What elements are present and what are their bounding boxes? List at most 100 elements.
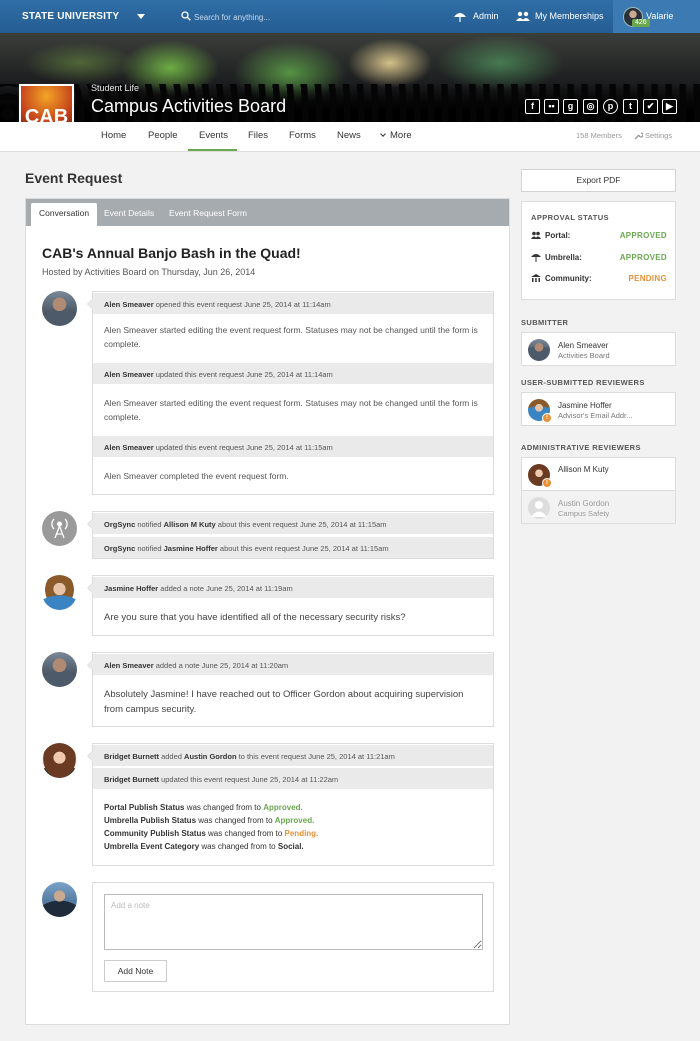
nav-events[interactable]: Events [199,130,228,141]
approval-label: Community: [545,274,592,283]
warning-icon: ! [542,413,552,423]
facebook-icon[interactable]: f [525,99,540,114]
user-reviewers-heading: USER-SUBMITTED REVIEWERS [521,378,645,387]
entry-meta: notified [135,520,164,529]
author-name[interactable]: Alen Smeaver [104,443,154,452]
organization-category[interactable]: Student Life [91,83,139,93]
recipient-name[interactable]: Jasmine Hoffer [164,544,218,553]
approval-status-box: APPROVAL STATUS Portal: APPROVED Umbrell… [521,201,676,300]
global-search[interactable] [181,10,431,24]
approval-label: Portal: [545,231,571,240]
submitter-heading: SUBMITTER [521,318,569,327]
nav-files[interactable]: Files [248,130,268,141]
pinterest-icon[interactable]: p [603,99,618,114]
entry-meta: updated this event request June 25, 2014… [153,443,333,452]
approval-status-title: APPROVAL STATUS [531,213,609,222]
conversation-entry: Alen Smeaver added a note June 25, 2014 … [87,652,494,727]
reviewer-card[interactable]: ! Allison M Kuty [521,457,676,491]
conversation-entry: Alen Smeaver opened this event request J… [87,291,494,495]
author-name: OrgSync [104,520,136,529]
nav-news[interactable]: News [337,130,361,141]
author-name[interactable]: Alen Smeaver [104,300,154,309]
nav-forms[interactable]: Forms [289,130,316,141]
organization-name: Campus Activities Board [91,96,287,116]
status-badge: APPROVED [619,231,667,240]
entry-meta: updated this event request June 25, 2014… [153,370,333,379]
reviewer-card[interactable]: Austin Gordon Campus Safety [521,490,676,524]
tab-conversation[interactable]: Conversation [31,203,98,226]
change-field: Portal Publish Status [104,803,185,812]
entry-header: Jasmine Hoffer added a note June 25, 201… [93,576,493,598]
search-input[interactable] [194,10,424,24]
event-host-line: Hosted by Activities Board on Thursday, … [42,267,256,277]
umbrella-icon [531,254,541,262]
entry-meta: added a note June 25, 2014 at 11:19am [158,584,293,593]
reviewer-card[interactable]: ! Jasmine Hoffer Advisor's Email Addr... [521,392,676,426]
chevron-down-icon[interactable] [137,14,145,19]
university-brand[interactable]: STATE UNIVERSITY [22,11,119,22]
admin-link[interactable]: Admin [453,11,499,22]
search-icon [181,11,191,21]
note-text: Absolutely Jasmine! I have reached out t… [104,689,464,715]
entry-meta: about this event request June 25, 2014 a… [217,544,389,553]
tumblr-icon[interactable]: t [623,99,638,114]
person-subtitle: Advisor's Email Addr... [558,411,633,420]
flickr-icon[interactable]: •• [544,99,559,114]
twitter-icon[interactable]: ✔ [643,99,658,114]
author-name[interactable]: Alen Smeaver [104,370,154,379]
entry-meta: updated this event request June 25, 2014… [159,775,339,784]
change-value: Approved. [274,816,315,825]
change-field: Umbrella Publish Status [104,816,197,825]
entry-header: Alen Smeaver updated this event request … [93,362,493,384]
instagram-icon[interactable]: ◎ [583,99,598,114]
active-tab-indicator [188,149,237,151]
nav-home[interactable]: Home [101,130,126,141]
add-note-button[interactable]: Add Note [104,960,167,982]
memberships-link[interactable]: My Memberships [516,11,604,21]
warning-icon: ! [542,478,552,488]
entry-meta: opened this event request June 25, 2014 … [153,300,331,309]
top-bar: STATE UNIVERSITY Admin My Memberships 42… [0,0,700,33]
nav-people[interactable]: People [148,130,178,141]
author-name[interactable]: Jasmine Hoffer [104,584,158,593]
youtube-icon[interactable]: ▶ [662,99,677,114]
status-change-line: Portal Publish Status was changed from t… [104,801,482,814]
status-changes: Portal Publish Status was changed from t… [93,801,493,853]
settings-label: Settings [645,131,673,140]
avatar [528,497,550,519]
avatar[interactable] [42,291,77,326]
change-value: Approved. [263,803,303,812]
tab-event-request-form[interactable]: Event Request Form [169,199,247,226]
entry-body: Alen Smeaver started editing the event r… [104,325,478,349]
export-pdf-button[interactable]: Export PDF [521,169,676,192]
recipient-name[interactable]: Austin Gordon [184,752,237,761]
google-plus-icon[interactable]: g [563,99,578,114]
entry-meta: to this event request June 25, 2014 at 1… [236,752,395,761]
entry-meta: notified [135,544,164,553]
person-subtitle: Activities Board [558,351,610,360]
settings-link[interactable]: Settings [634,131,672,140]
note-input[interactable] [104,894,483,950]
tab-event-details[interactable]: Event Details [104,199,154,226]
user-silhouette-icon [531,501,547,517]
author-name[interactable]: Bridget Burnett [104,752,159,761]
conversation-entry: Jasmine Hoffer added a note June 25, 201… [87,575,494,636]
status-badge: APPROVED [619,253,667,262]
nav-more[interactable]: More [380,130,412,141]
event-request-panel: Conversation Event Details Event Request… [25,198,510,1025]
avatar[interactable] [42,575,77,610]
members-count[interactable]: 158 Members [576,131,622,140]
event-title: CAB's Annual Banjo Bash in the Quad! [42,245,301,261]
group-icon [531,231,541,239]
organization-nav: Home People Events Files Forms News More… [0,122,700,152]
user-menu[interactable]: 426 Valarie [613,0,700,33]
author-name[interactable]: Alen Smeaver [104,661,154,670]
submitter-card[interactable]: Alen Smeaver Activities Board [521,332,676,366]
author-name[interactable]: Bridget Burnett [104,775,159,784]
conversation-entry: Bridget Burnett added Austin Gordon to t… [87,743,494,866]
avatar[interactable] [42,652,77,687]
person-subtitle: Campus Safety [558,509,610,518]
recipient-name[interactable]: Allison M Kuty [164,520,216,529]
entry-body: Alen Smeaver completed the event request… [104,471,289,481]
avatar[interactable] [42,743,77,778]
